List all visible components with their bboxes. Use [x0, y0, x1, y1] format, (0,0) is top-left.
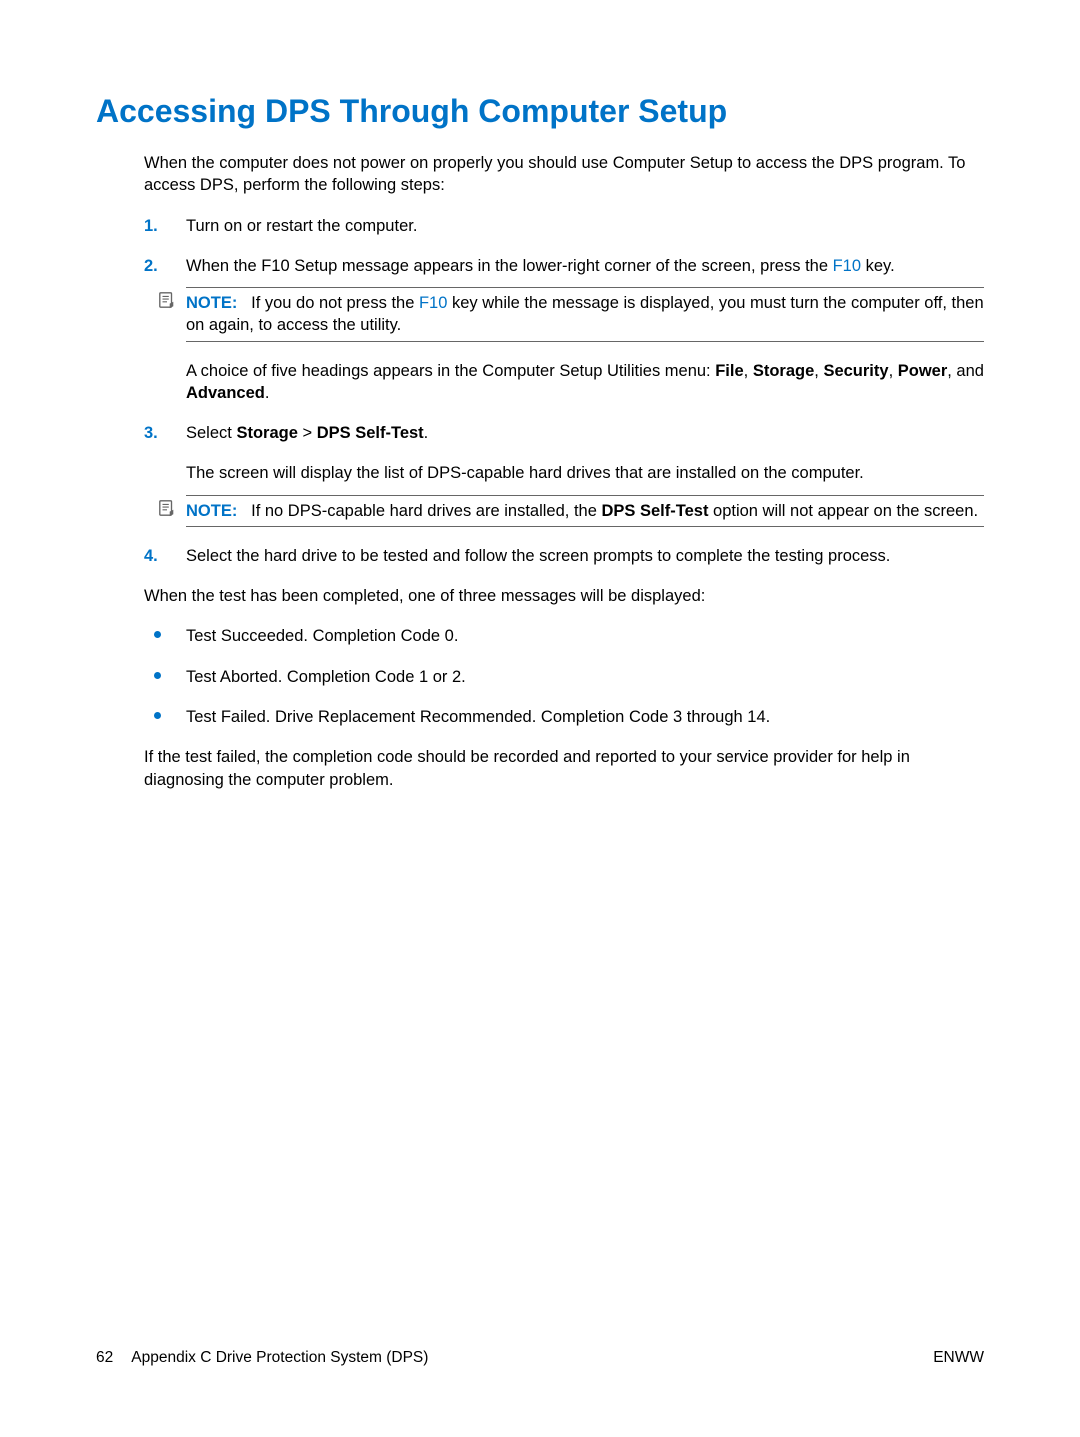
bullet-icon — [154, 712, 161, 719]
note-icon — [158, 291, 176, 309]
bullet-icon — [154, 631, 161, 638]
menu-choice-paragraph: A choice of five headings appears in the… — [186, 360, 984, 405]
bullet-icon — [154, 672, 161, 679]
step-text: Turn on or restart the computer. — [186, 217, 417, 235]
footer-left: 62 Appendix C Drive Protection System (D… — [96, 1349, 428, 1367]
closing-paragraph: If the test failed, the completion code … — [144, 746, 984, 791]
steps-list: 1. Turn on or restart the computer. 2. W… — [144, 215, 984, 568]
note-block: NOTE: If you do not press the F10 key wh… — [186, 287, 984, 342]
list-item: Test Aborted. Completion Code 1 or 2. — [144, 666, 984, 688]
content-body: When the computer does not power on prop… — [144, 152, 984, 791]
step-number: 3. — [144, 422, 158, 444]
page-number: 62 — [96, 1349, 113, 1367]
step-2: 2. When the F10 Setup message appears in… — [144, 255, 984, 404]
footer-right: ENWW — [933, 1349, 984, 1367]
step-number: 4. — [144, 545, 158, 567]
step-1: 1. Turn on or restart the computer. — [144, 215, 984, 237]
note-block: NOTE: If no DPS-capable hard drives are … — [186, 495, 984, 527]
step-4: 4. Select the hard drive to be tested an… — [144, 545, 984, 567]
page-footer: 62 Appendix C Drive Protection System (D… — [96, 1349, 984, 1367]
page-title: Accessing DPS Through Computer Setup — [96, 93, 984, 130]
note-icon — [158, 499, 176, 517]
list-item: Test Failed. Drive Replacement Recommend… — [144, 706, 984, 728]
step-number: 2. — [144, 255, 158, 277]
step-number: 1. — [144, 215, 158, 237]
note-label: NOTE: — [186, 294, 237, 312]
intro-paragraph: When the computer does not power on prop… — [144, 152, 984, 197]
step-3: 3. Select Storage > DPS Self-Test. The s… — [144, 422, 984, 527]
list-item: Test Succeeded. Completion Code 0. — [144, 625, 984, 647]
f10-key-link: F10 — [833, 257, 861, 275]
step-text: When the F10 Setup message appears in th… — [186, 257, 895, 275]
appendix-label: Appendix C Drive Protection System (DPS) — [131, 1349, 428, 1367]
note-label: NOTE: — [186, 502, 237, 520]
f10-key-link: F10 — [419, 294, 447, 312]
step-text: Select Storage > DPS Self-Test. — [186, 424, 428, 442]
result-messages-list: Test Succeeded. Completion Code 0. Test … — [144, 625, 984, 728]
step-3-sub: The screen will display the list of DPS-… — [186, 462, 984, 484]
step-text: Select the hard drive to be tested and f… — [186, 547, 890, 565]
after-list-paragraph: When the test has been completed, one of… — [144, 585, 984, 607]
